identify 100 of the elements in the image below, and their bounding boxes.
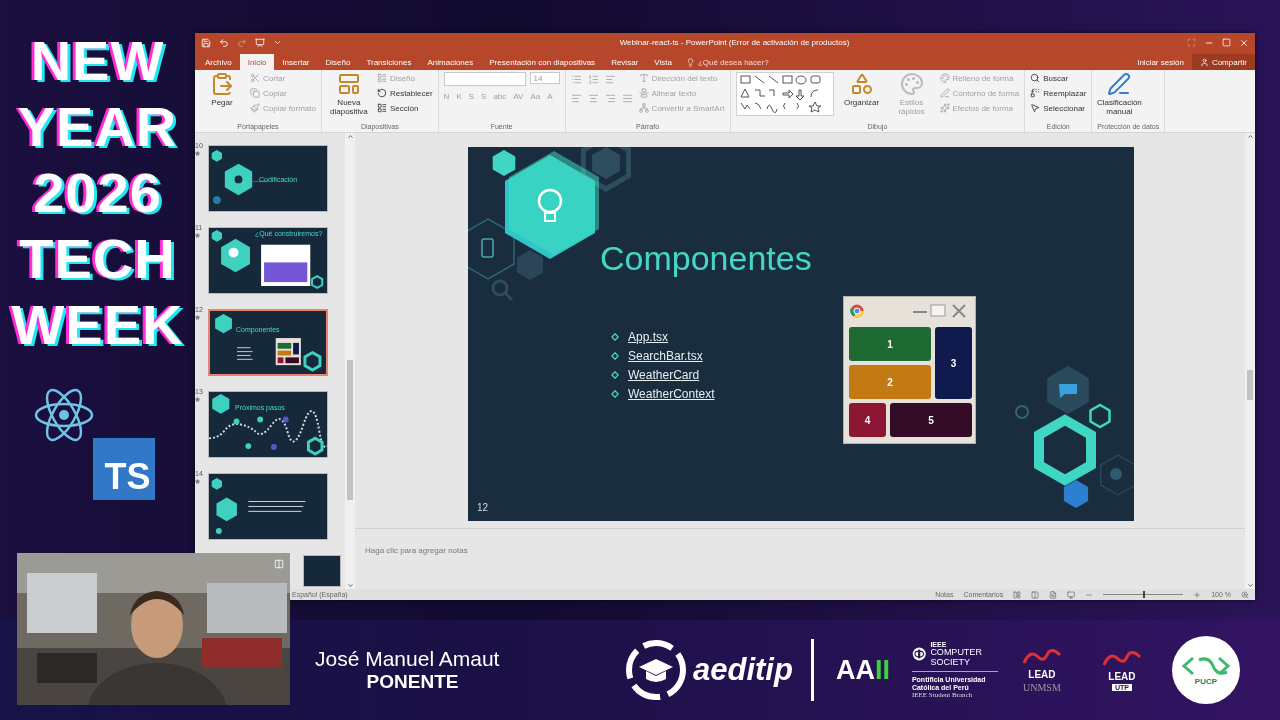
diamond-icon	[611, 371, 619, 379]
ribbon-button[interactable]: Pegar	[200, 72, 244, 107]
event-title: NEW	[30, 28, 165, 94]
org-name: aeditip	[693, 652, 793, 688]
ribbon-button[interactable]: Restablecer	[376, 87, 433, 99]
maximize-icon[interactable]	[1222, 38, 1231, 47]
close-icon[interactable]	[1239, 37, 1249, 48]
indent-icon[interactable]	[604, 74, 616, 85]
sparkle-icon	[939, 103, 950, 113]
slide-thumbnail[interactable]	[208, 473, 328, 540]
zoom-in-icon[interactable]	[1193, 590, 1202, 599]
scroll-down-icon[interactable]	[1246, 582, 1254, 589]
presentation-icon[interactable]	[255, 37, 265, 48]
star-icon	[195, 397, 200, 402]
save-icon[interactable]	[201, 37, 211, 48]
diamond-icon	[611, 390, 619, 398]
org-name: AAII	[835, 654, 890, 686]
graduation-cap-icon	[625, 639, 687, 701]
typescript-logo: TS	[92, 438, 155, 500]
bullet-text: App.tsx	[628, 330, 669, 344]
pucp-label: PUCP	[1194, 677, 1218, 687]
layout-block: 2	[849, 365, 931, 399]
justify-icon[interactable]	[621, 93, 633, 104]
share-button[interactable]: Compartir	[1191, 54, 1255, 70]
reset-icon	[376, 88, 387, 98]
window-icon	[274, 559, 284, 569]
bullet-text: WeatherCard	[628, 368, 700, 382]
text-icon	[638, 73, 649, 83]
speaker-name: José Manuel Amaut	[315, 647, 500, 671]
ribbon-button[interactable]: Seleccionar	[1030, 102, 1087, 114]
scroll-thumb[interactable]	[347, 360, 353, 500]
sign-in-link[interactable]: Iniciar sesión	[1129, 54, 1192, 70]
ribbon-button[interactable]: Sección	[376, 102, 433, 114]
align-center-icon[interactable]	[587, 93, 599, 104]
tell-me-field[interactable]: ¿Qué desea hacer?	[679, 54, 775, 70]
normal-view-icon[interactable]	[1013, 590, 1022, 599]
event-title: 2026	[33, 160, 162, 226]
align-right-icon[interactable]	[604, 93, 616, 104]
ribbon-tab[interactable]: Insertar	[274, 54, 318, 70]
star-icon	[195, 151, 200, 156]
font-size-field[interactable]: 14	[529, 72, 560, 84]
ribbon-tab[interactable]: Animaciones	[419, 54, 482, 70]
scrollbar[interactable]	[345, 133, 355, 589]
lead-label: LEAD	[1028, 669, 1056, 680]
scroll-up-icon[interactable]	[1246, 133, 1254, 140]
layout-block: 4	[849, 403, 886, 437]
font-field[interactable]	[443, 72, 526, 86]
align-left-icon[interactable]	[570, 93, 582, 104]
scroll-down-icon[interactable]	[346, 582, 354, 589]
star-icon	[195, 315, 200, 320]
redo-icon[interactable]	[237, 37, 247, 48]
ribbon-tab[interactable]: Diseño	[317, 54, 359, 70]
diamond-icon	[611, 352, 619, 360]
ribbon-button[interactable]: Nueva diapositiva	[326, 72, 371, 116]
ribbon-tab[interactable]: Revisar	[603, 54, 647, 70]
section-icon	[376, 103, 387, 113]
browser-icon	[850, 304, 864, 318]
shapes-gallery[interactable]	[735, 72, 834, 116]
slide-thumbnail[interactable]	[303, 555, 341, 587]
sorter-view-icon[interactable]	[1031, 590, 1040, 599]
ribbon-button[interactable]: Reemplazar	[1030, 87, 1087, 99]
caret-icon[interactable]	[273, 38, 282, 47]
pen-icon	[939, 88, 950, 98]
event-title: WEEK	[11, 292, 184, 358]
window-controls-icon	[911, 303, 969, 319]
person-icon	[1199, 57, 1209, 67]
slider-thumb[interactable]	[1143, 591, 1146, 598]
slideshow-icon[interactable]	[1067, 590, 1076, 599]
ribbon-tab[interactable]: Archivo	[197, 54, 240, 70]
ribbon-display-icon[interactable]	[1187, 38, 1196, 47]
ribbon-tab[interactable]: Inicio	[239, 54, 275, 70]
ribbon-tab[interactable]: Vista	[646, 54, 680, 70]
star-icon	[195, 233, 200, 238]
lightbulb-icon	[685, 57, 695, 67]
layout-icon	[376, 73, 387, 83]
search-icon	[1030, 73, 1041, 83]
fit-icon[interactable]	[1241, 590, 1249, 599]
reading-view-icon[interactable]	[1049, 590, 1058, 599]
ribbon-button[interactable]: Clasificación manual	[1097, 72, 1142, 116]
copy-icon	[250, 88, 260, 98]
layout-block: 3	[935, 327, 972, 399]
palette-icon	[899, 72, 924, 96]
scrollbar[interactable]	[1245, 133, 1255, 589]
scroll-up-icon[interactable]	[346, 133, 354, 140]
university-name: UNMSM	[1023, 682, 1061, 693]
slide-title: Componentes	[600, 239, 812, 278]
scroll-thumb[interactable]	[1247, 370, 1253, 400]
undo-icon[interactable]	[219, 37, 229, 48]
clipboard-icon	[210, 72, 234, 96]
ribbon-tab[interactable]: Transiciones	[358, 54, 420, 70]
ribbon-tab[interactable]: Presentación con diapositivas	[481, 54, 604, 70]
event-title: YEAR	[17, 94, 178, 160]
bullets-icon[interactable]	[570, 74, 582, 85]
ribbon-button[interactable]: Organizar	[839, 72, 884, 107]
numbering-icon[interactable]	[587, 74, 599, 85]
diamond-icon	[611, 333, 619, 341]
diagram-icon	[638, 103, 649, 113]
atom-icon	[32, 386, 95, 444]
slide-number: 12	[477, 502, 489, 513]
ribbon-button[interactable]: Buscar	[1030, 72, 1087, 84]
